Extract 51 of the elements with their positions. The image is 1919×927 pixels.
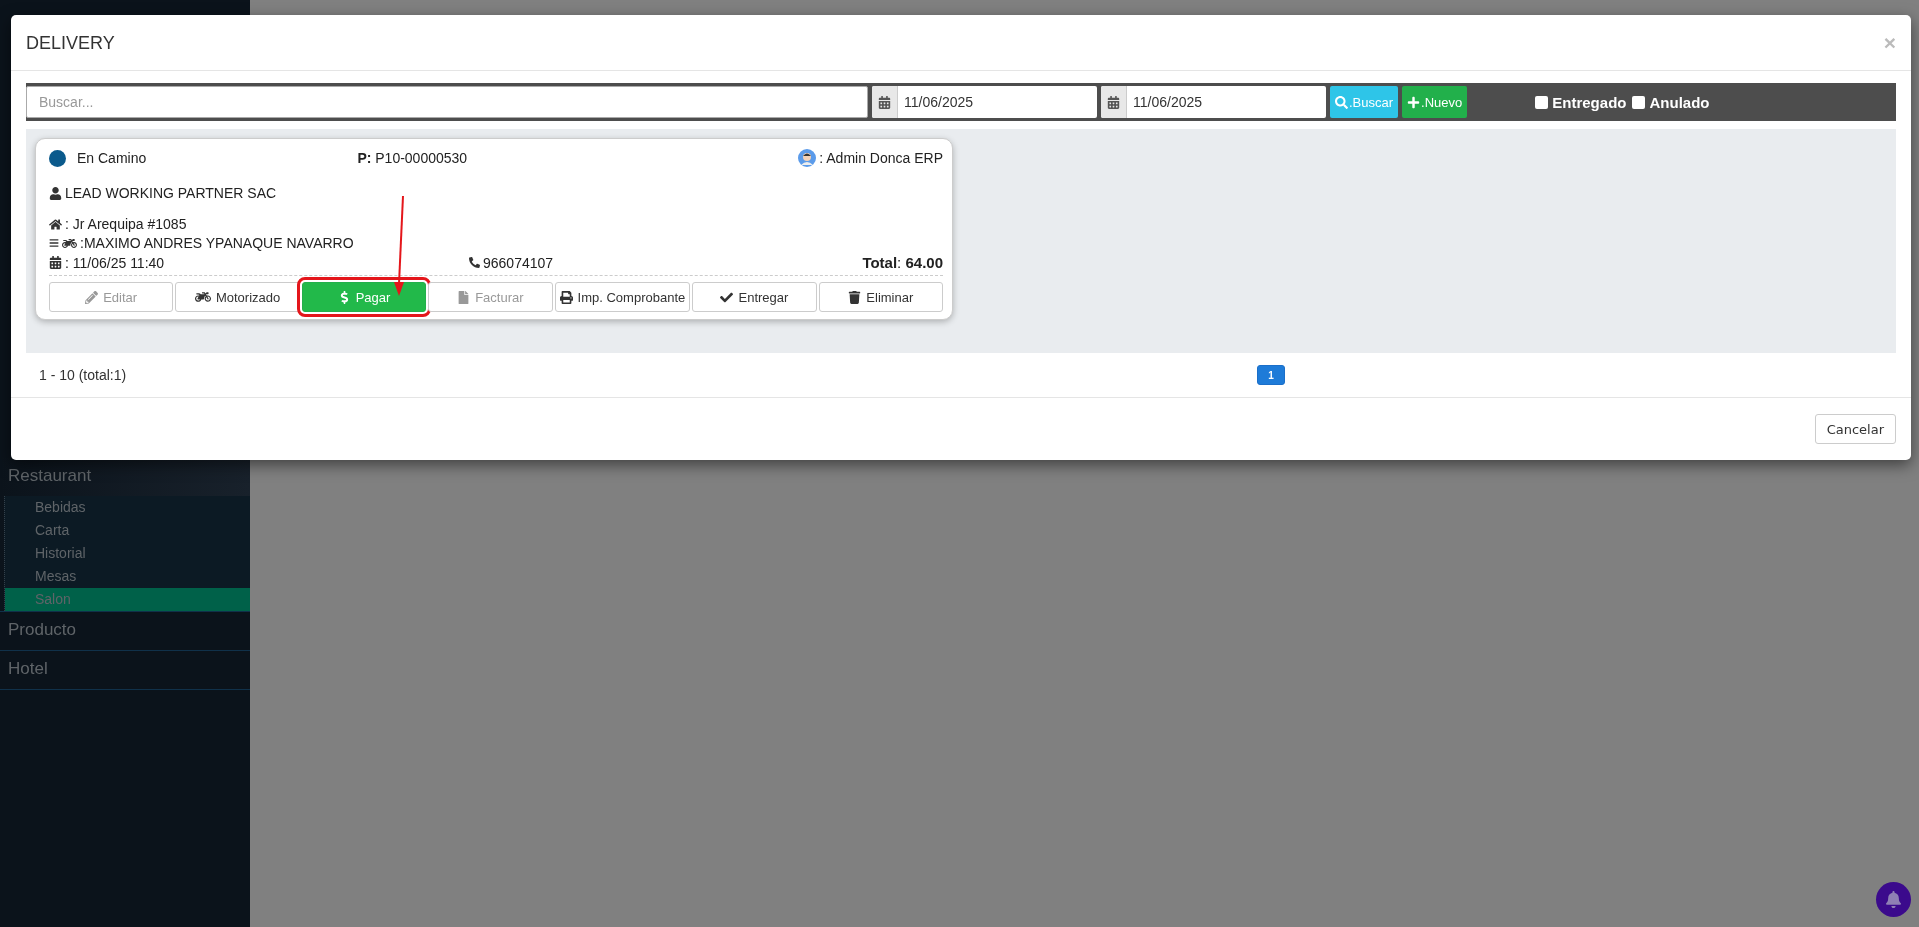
driver-button[interactable]: Motorizado bbox=[175, 282, 300, 312]
bell-icon bbox=[1885, 891, 1902, 908]
user-icon bbox=[49, 186, 62, 200]
file-icon bbox=[457, 290, 471, 304]
order-total: Total: 64.00 bbox=[862, 254, 943, 271]
address-text: : Jr Arequipa #1085 bbox=[65, 216, 187, 232]
range-text: 1 - 10 (total:1) bbox=[39, 367, 128, 383]
phone-number: 966074107 bbox=[483, 254, 554, 271]
sidebar-subitem[interactable]: Mesas bbox=[5, 565, 250, 588]
sidebar-subitem[interactable]: Bebidas bbox=[5, 496, 250, 519]
user-name: : Admin Donca ERP bbox=[819, 150, 943, 166]
printer-icon bbox=[559, 290, 573, 304]
order-date: : 11/06/25 11:40 bbox=[65, 254, 165, 271]
calendar-icon bbox=[878, 95, 891, 109]
avatar-icon bbox=[798, 149, 817, 167]
delete-button[interactable]: Eliminar bbox=[818, 282, 943, 312]
date-field[interactable]: 11/06/2025 bbox=[1101, 86, 1326, 118]
checkbox-label: Entregado bbox=[1552, 93, 1627, 111]
check-icon bbox=[720, 290, 734, 304]
checkbox[interactable] bbox=[1632, 95, 1646, 109]
checkbox[interactable] bbox=[1535, 95, 1549, 109]
order-code: P: P10-00000530 bbox=[357, 150, 468, 166]
calendar-icon bbox=[49, 256, 62, 269]
cancel-button[interactable]: Cancelar bbox=[1814, 414, 1896, 444]
search-button[interactable]: .Buscar bbox=[1330, 86, 1399, 118]
phone-icon bbox=[469, 257, 480, 268]
driver-name: :MAXIMO ANDRES YPANAQUE NAVARRO bbox=[80, 235, 354, 251]
new-button[interactable]: .Nuevo bbox=[1402, 86, 1468, 118]
bell-button[interactable] bbox=[1876, 882, 1911, 917]
sidebar-subitem[interactable]: Carta bbox=[5, 519, 250, 542]
motorcycle-icon bbox=[194, 289, 211, 305]
search-field[interactable]: Buscar... bbox=[26, 86, 868, 118]
sidebar-item[interactable]: Hotel bbox=[0, 651, 250, 689]
sidebar-subitem[interactable]: Historial bbox=[5, 542, 250, 565]
status-text: En Camino bbox=[77, 150, 147, 166]
date-field[interactable]: 11/06/2025 bbox=[872, 86, 1097, 118]
calendar-icon bbox=[1107, 95, 1120, 109]
plus-icon bbox=[1407, 95, 1421, 109]
search-icon bbox=[1335, 95, 1348, 109]
deliver-button[interactable]: Entregar bbox=[692, 282, 817, 312]
close-button[interactable]: × bbox=[1883, 31, 1896, 55]
trash-icon bbox=[848, 290, 862, 304]
checkbox-label: Anulado bbox=[1649, 93, 1710, 111]
page-button[interactable]: 1 bbox=[1257, 365, 1285, 385]
pencil-icon bbox=[85, 290, 99, 304]
print-button[interactable]: Imp. Comprobante bbox=[554, 282, 691, 312]
sidebar-item[interactable]: Producto bbox=[0, 612, 250, 650]
list-icon bbox=[49, 238, 59, 248]
home-icon bbox=[49, 217, 62, 231]
dialog-title: DELIVERY bbox=[26, 32, 115, 54]
customer-name: LEAD WORKING PARTNER SAC bbox=[65, 185, 277, 201]
